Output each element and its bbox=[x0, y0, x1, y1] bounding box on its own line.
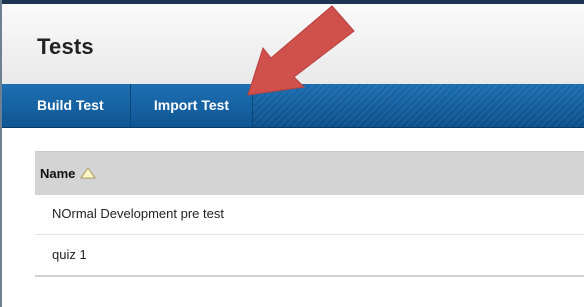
sort-up-triangle-icon[interactable] bbox=[80, 166, 96, 180]
table-row[interactable]: NOrmal Development pre test bbox=[35, 194, 584, 235]
test-name[interactable]: NOrmal Development pre test bbox=[52, 194, 224, 234]
page-title: Tests bbox=[37, 34, 94, 59]
build-test-button[interactable]: Build Test bbox=[2, 84, 131, 127]
action-bar: Build Test Import Test bbox=[2, 84, 584, 128]
table-header: Name bbox=[35, 151, 584, 195]
page-header: Tests bbox=[2, 4, 584, 84]
tests-page: Tests Build Test Import Test Name NOrmal… bbox=[0, 0, 584, 307]
table-row[interactable]: quiz 1 bbox=[35, 235, 584, 277]
test-name[interactable]: quiz 1 bbox=[52, 235, 87, 275]
column-header-name[interactable]: Name bbox=[40, 152, 75, 195]
import-test-button[interactable]: Import Test bbox=[131, 84, 253, 127]
